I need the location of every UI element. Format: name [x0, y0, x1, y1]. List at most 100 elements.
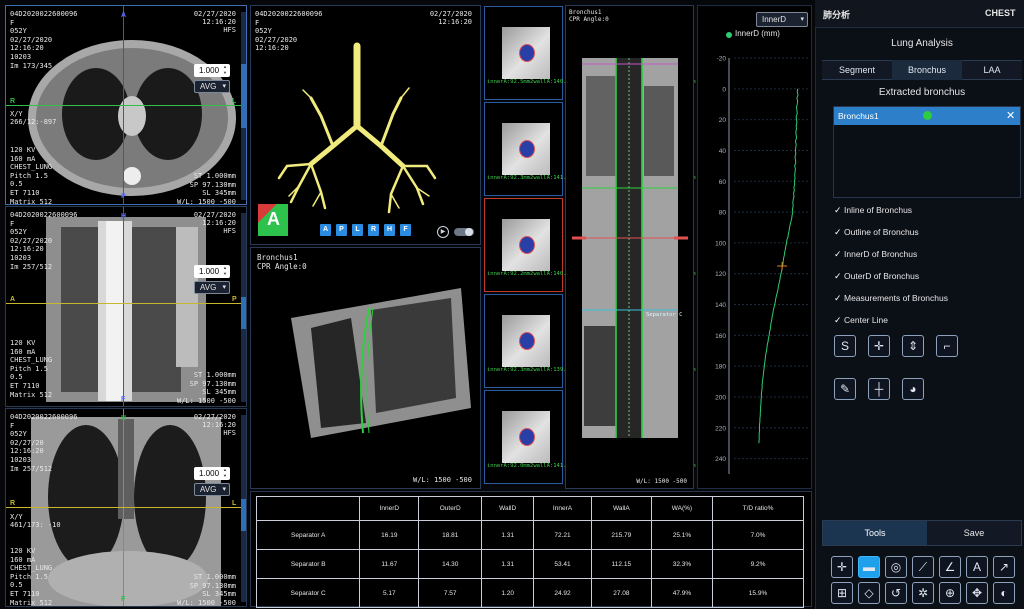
split-tool-icon[interactable]: ⌐ — [936, 335, 958, 357]
crosshair-vertical[interactable] — [123, 409, 124, 606]
table-row[interactable]: Separator C 5.17 7.57 1.20 24.92 27.08 4… — [255, 578, 804, 608]
arrow-annotation-icon[interactable]: ↗ — [993, 556, 1015, 578]
cross-section-thumb-2[interactable]: innerA:92.3mm2wallA:141.0mm2innerD:9.0/1… — [484, 102, 696, 196]
table-row[interactable]: Separator A 16.19 18.81 1.31 72.21 215.7… — [255, 520, 804, 550]
coronal-mode-select[interactable]: AVG — [194, 483, 230, 496]
cross-section-thumb-5[interactable]: innerA:92.0mm2wallA:141.2mm2innerD:9.1/1… — [484, 390, 696, 484]
table-cell: 47.9% — [650, 578, 714, 608]
table-row[interactable]: Separator B 11.67 14.30 1.31 53.41 112.1… — [255, 549, 804, 579]
option-measurements[interactable]: ✓ Measurements of Bronchus — [834, 293, 948, 304]
orient-button-p[interactable]: P — [336, 224, 347, 236]
coronal-scrollbar[interactable] — [241, 415, 246, 602]
axial-marker-top: A — [121, 12, 127, 19]
tab-bronchus[interactable]: Bronchus — [892, 60, 962, 80]
sagittal-zoom-stepper[interactable]: 1.000 — [194, 265, 230, 278]
bronchus-color-dot-icon[interactable] — [923, 111, 932, 120]
target-tool-icon[interactable]: ◎ — [885, 556, 907, 578]
overlay-line: ST 1.000mm — [193, 172, 236, 180]
sagittal-scrollbar[interactable] — [241, 213, 246, 402]
3d-time: 12:16:20 — [438, 18, 472, 26]
table-header — [255, 496, 361, 521]
reset-icon[interactable]: ↺ — [885, 582, 907, 604]
angle-measure-icon[interactable]: ∠ — [939, 556, 961, 578]
option-innerd[interactable]: ✓ InnerD of Bronchus — [834, 249, 917, 260]
table-header: OuterD — [418, 496, 483, 521]
overlay-line: 12:16:20 — [10, 447, 44, 456]
draw-tool-icon[interactable]: ✎ — [834, 378, 856, 400]
text-annotation-icon[interactable]: A — [966, 556, 988, 578]
y-tick-label: 100 — [715, 240, 726, 247]
line-measure-icon[interactable]: ⟋ — [912, 556, 934, 578]
overlay-line: 12:16:20 — [10, 245, 44, 254]
y-tick-label: 80 — [719, 210, 727, 217]
viewport-3d-bronchus[interactable]: 04D2020022600096 F 052Y 02/27/2020 12:16:20 … — [250, 5, 481, 245]
panel-header-protocol: CHEST — [985, 8, 1016, 18]
crosshair-tool-icon[interactable]: ✛ — [868, 335, 890, 357]
axial-scrollbar[interactable] — [241, 12, 246, 200]
overlay-line: 12:16:20 — [10, 44, 44, 53]
window-level-icon[interactable]: ◐ — [993, 582, 1015, 604]
comment-tool-icon[interactable]: ▬ — [858, 556, 880, 578]
orientation-cube-icon[interactable]: A — [258, 204, 288, 236]
crosshair-vertical[interactable] — [123, 207, 124, 406]
crosshair-horizontal[interactable] — [6, 105, 242, 106]
eraser-icon[interactable]: ◇ — [858, 582, 880, 604]
axial-info-bottomright: ST 1.000mm SP 97.130mm SL 345mm W/L: 1500 -… — [177, 172, 236, 204]
cross-section-thumb-3[interactable]: innerA:92.2mm2wallA:140.0mm2innerD:9.1/1… — [484, 198, 696, 292]
overlay-line: 02/27/2020 — [10, 35, 53, 44]
orient-button-h[interactable]: H — [384, 224, 395, 236]
cross-section-thumb-4[interactable]: innerA:92.3mm2wallA:139.9mm2innerD:9.0/1… — [484, 294, 696, 388]
overlay-line: 04D2020022600096 — [10, 10, 78, 18]
remove-bronchus-close-icon[interactable]: ✕ — [1006, 109, 1015, 122]
curve-tool-icon[interactable]: S — [834, 335, 856, 357]
tab-laa[interactable]: LAA — [962, 60, 1022, 80]
separator-tool-icon[interactable]: ┼ — [868, 378, 890, 400]
settings-icon[interactable]: ✲ — [912, 582, 934, 604]
coronal-position: HFS — [223, 429, 236, 437]
pan-icon[interactable]: ✥ — [966, 582, 988, 604]
axial-mode-select[interactable]: AVG — [194, 80, 230, 93]
y-tick-label: 220 — [715, 425, 726, 432]
sagittal-marker-bottom: F — [121, 396, 126, 403]
save-tab[interactable]: Save — [927, 521, 1021, 545]
option-outerd[interactable]: ✓ OuterD of Bronchus — [834, 271, 919, 282]
viewport-straightened[interactable]: Bronchus1 CPR Angle:0 Separator C W/L: 1… — [565, 5, 694, 489]
option-inline[interactable]: ✓ Inline of Bronchus — [834, 205, 912, 216]
table-cell: Separator B — [255, 549, 361, 579]
coronal-zoom-stepper[interactable]: 1.000 — [194, 467, 230, 480]
play-icon[interactable]: ▶ — [437, 226, 449, 238]
cross-section-thumb-1[interactable]: innerA:92.5mm2wallA:140.0mm2innerD:8.7/1… — [484, 6, 696, 100]
tab-segment[interactable]: Segment — [822, 60, 892, 80]
sagittal-mode-select[interactable]: AVG — [194, 281, 230, 294]
viewport-cpr[interactable]: Bronchus1 CPR Angle:0 W/L: 1500 -500 — [250, 247, 481, 489]
innerd-line-chart: -20 0 20 40 60 80 100 120 140 160 180 200 220 240 — [715, 56, 808, 474]
option-outline[interactable]: ✓ Outline of Bronchus — [834, 227, 919, 238]
axial-zoom-stepper[interactable]: 1.000 — [194, 64, 230, 77]
orient-button-l[interactable]: L — [352, 224, 363, 236]
orient-button-a[interactable]: A — [320, 224, 331, 236]
y-tick-label: 160 — [715, 333, 726, 340]
viewport-coronal[interactable]: 04D2020022600096 F 052Y 02/27/20 12:16:20 102… — [5, 408, 247, 607]
overlay-line: 0.5 — [10, 581, 23, 590]
sagittal-info-bottomleft: 120 KV 160 mA CHEST_LUNG Pitch 1.5 0.5 ET 711… — [10, 339, 52, 399]
zoom-icon[interactable]: ⊕ — [939, 582, 961, 604]
rotate-toggle[interactable] — [454, 228, 474, 236]
option-center-line[interactable]: ✓ Center Line — [834, 315, 888, 326]
table-header: T/D ratio% — [712, 496, 804, 521]
tools-tab[interactable]: Tools — [823, 521, 927, 545]
viewport-axial[interactable]: 04D2020022600096 F 052Y 02/27/2020 12:16:20 1… — [5, 5, 247, 205]
innerd-plot-panel[interactable]: InnerD InnerD (mm) -20020406080100120140… — [697, 5, 812, 489]
overlay-line: Im 257/512 — [10, 464, 53, 473]
crosshair-cursor-icon[interactable]: ✛ — [831, 556, 853, 578]
color-tool-icon[interactable]: ◕ — [902, 378, 924, 400]
crosshair-horizontal[interactable] — [6, 303, 242, 304]
orient-button-r[interactable]: R — [368, 224, 379, 236]
overlay-line: W/L: 1500 -500 — [176, 598, 236, 607]
overlay-line: F — [255, 18, 260, 27]
crosshair-horizontal[interactable] — [6, 507, 242, 508]
move-tool-icon[interactable]: ⇕ — [902, 335, 924, 357]
roi-tool-icon[interactable]: ⊞ — [831, 582, 853, 604]
overlay-line: Pitch 1.5 — [10, 171, 48, 180]
viewport-sagittal[interactable]: 04D2020022600096 F 052Y 02/27/2020 12:16:20 1… — [5, 206, 247, 407]
orient-button-f[interactable]: F — [400, 224, 411, 236]
